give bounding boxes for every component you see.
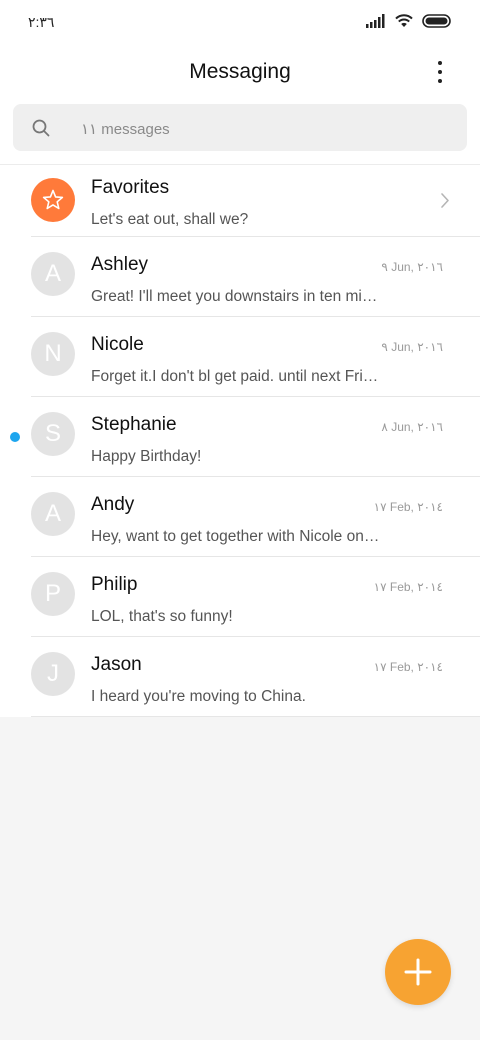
messaging-screen: ٢:٣٦ Messaging ١١ messages Favorites Let… xyxy=(0,0,480,1040)
conversation-name: Jason xyxy=(91,654,142,675)
row-divider xyxy=(31,716,480,717)
battery-icon xyxy=(422,13,452,28)
message-preview: Hey, want to get together with Nicole on… xyxy=(91,528,380,545)
avatar: A xyxy=(31,252,75,296)
conversation-name: Philip xyxy=(91,574,138,595)
avatar: A xyxy=(31,492,75,536)
status-icons xyxy=(366,13,452,28)
message-preview: I heard you're moving to China. xyxy=(91,688,306,705)
conversation-name: Nicole xyxy=(91,334,144,355)
conversation-date: ٩ Jun, ٢٠١٦ xyxy=(381,260,443,274)
chevron-right-icon xyxy=(440,192,450,214)
conversation-name: Favorites xyxy=(91,177,170,198)
conversation-name: Ashley xyxy=(91,254,149,275)
wifi-icon xyxy=(394,13,414,28)
avatar: N xyxy=(31,332,75,376)
conversation-name: Andy xyxy=(91,494,135,515)
app-header: Messaging xyxy=(0,48,480,98)
conversation-date: ٨ Jun, ٢٠١٦ xyxy=(381,420,443,434)
content-surface: ٢:٣٦ Messaging ١١ messages Favorites Let… xyxy=(0,0,480,717)
favorites-row[interactable]: Favorites Let's eat out, shall we? xyxy=(0,165,480,237)
message-preview: Let's eat out, shall we? xyxy=(91,211,249,228)
avatar: J xyxy=(31,652,75,696)
star-icon xyxy=(42,189,64,210)
conversation-row-philip[interactable]: P Philip ١٧ Feb, ٢٠١٤ LOL, that's so fun… xyxy=(0,557,480,637)
search-input[interactable]: ١١ messages xyxy=(13,104,467,151)
search-icon xyxy=(32,119,50,142)
conversation-date: ١٧ Feb, ٢٠١٤ xyxy=(373,660,443,674)
conversation-row-jason[interactable]: J Jason ١٧ Feb, ٢٠١٤ I heard you're movi… xyxy=(0,637,480,717)
conversation-row-ashley[interactable]: A Ashley ٩ Jun, ٢٠١٦ Great! I'll meet yo… xyxy=(0,237,480,317)
message-preview: Happy Birthday! xyxy=(91,448,202,465)
conversation-list: Favorites Let's eat out, shall we? A Ash… xyxy=(0,165,480,717)
message-preview: Great! I'll meet you downstairs in ten m… xyxy=(91,288,378,305)
conversation-name: Stephanie xyxy=(91,414,177,435)
page-title: Messaging xyxy=(189,60,291,83)
message-preview: LOL, that's so funny! xyxy=(91,608,233,625)
search-placeholder: ١١ messages xyxy=(81,121,170,138)
cellular-signal-icon xyxy=(366,13,386,28)
more-options-button[interactable] xyxy=(426,58,454,86)
message-preview: Forget it.I don't bl get paid. until nex… xyxy=(91,368,379,385)
new-message-button[interactable] xyxy=(385,939,451,1005)
avatar: P xyxy=(31,572,75,616)
more-vertical-icon xyxy=(438,61,442,65)
conversation-row-andy[interactable]: A Andy ١٧ Feb, ٢٠١٤ Hey, want to get tog… xyxy=(0,477,480,557)
conversation-row-nicole[interactable]: N Nicole ٩ Jun, ٢٠١٦ Forget it.I don't b… xyxy=(0,317,480,397)
favorites-avatar xyxy=(31,178,75,222)
avatar: S xyxy=(31,412,75,456)
unread-indicator xyxy=(10,432,20,442)
status-bar: ٢:٣٦ xyxy=(0,0,480,48)
conversation-row-stephanie[interactable]: S Stephanie ٨ Jun, ٢٠١٦ Happy Birthday! xyxy=(0,397,480,477)
conversation-date: ١٧ Feb, ٢٠١٤ xyxy=(373,500,443,514)
conversation-date: ٩ Jun, ٢٠١٦ xyxy=(381,340,443,354)
plus-icon xyxy=(404,958,432,986)
status-time: ٢:٣٦ xyxy=(28,14,55,30)
conversation-date: ١٧ Feb, ٢٠١٤ xyxy=(373,580,443,594)
